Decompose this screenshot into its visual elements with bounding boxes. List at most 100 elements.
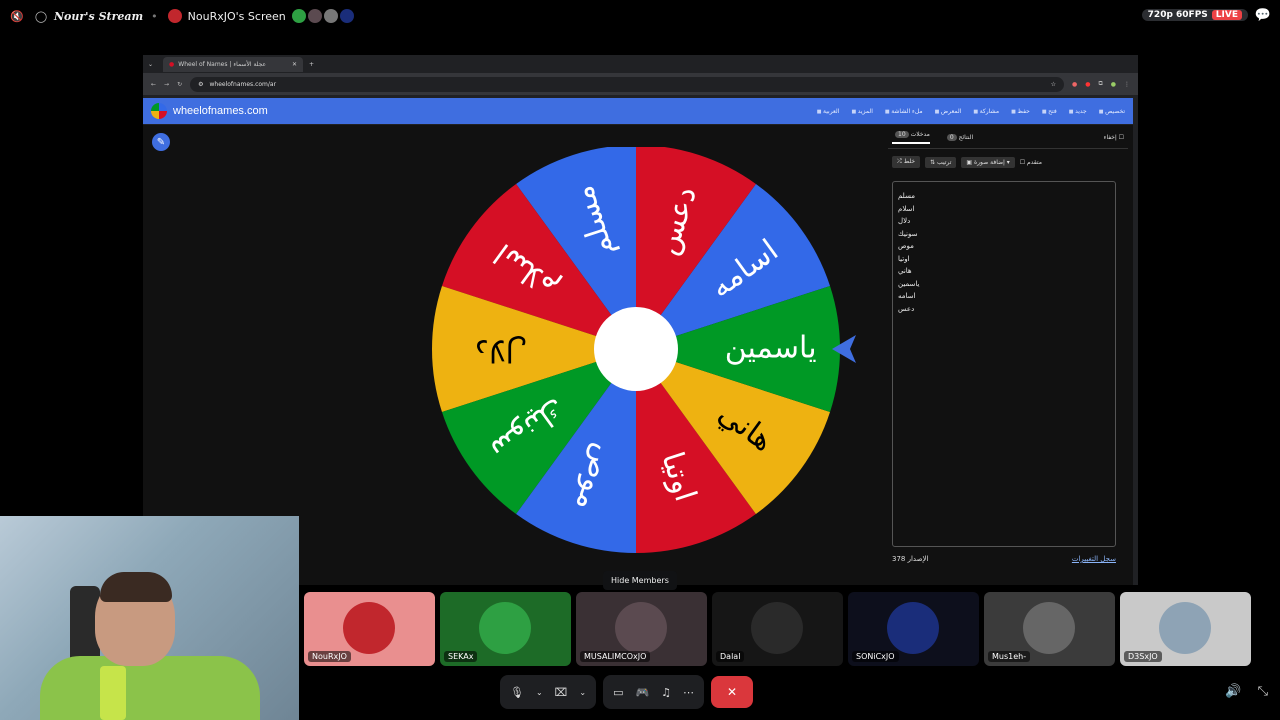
speaker-muted-icon[interactable]: 🔇 [10,9,24,23]
member-tile[interactable]: D3SxJO [1120,592,1251,666]
profile-icon[interactable]: ● [1111,81,1116,88]
member-avatar [1023,602,1075,654]
av-controls: 🎙 ⌄ ⌧ ⌄ [500,675,597,709]
member-tile[interactable]: Mus1eh- [984,592,1115,666]
advanced-label: متقدم [1027,158,1042,166]
menu-item-customize[interactable]: تخصيص [1099,108,1125,115]
camera-off-icon[interactable]: ⌧ [555,686,568,699]
add-image-button[interactable]: ▣ إضافة صورة ▾ [961,156,1015,168]
person-hair [100,572,172,602]
menu-item-share[interactable]: مشاركة [973,108,999,115]
shared-browser-window: ⌄ ● Wheel of Names | عجلة الأسماء ✕ + ← … [143,55,1138,585]
stream-circle-icon: ◯ [34,9,48,23]
reload-icon[interactable]: ↻ [177,81,182,88]
separator: • [151,9,158,23]
webcam-feed [0,516,299,720]
hide-members-tooltip: Hide Members [603,571,677,590]
member-avatar [343,602,395,654]
tab-close-icon[interactable]: ✕ [292,61,297,68]
entry-line: ياسمين [898,279,920,288]
microphone-icon[interactable]: 🎙 [510,686,524,699]
entries-textarea[interactable]: مسلم اسلام دلال سونيك موص اوتيا هاني ياسمين اسام… [892,181,1116,547]
tab-menu-icon[interactable]: ⌄ [148,61,153,68]
stream-topbar: 🔇 ◯ Nour's Stream • NouRxJO's Screen 720… [0,0,1280,32]
shuffle-label: خلط [903,158,916,165]
leave-call-button[interactable]: ✕ [711,676,754,708]
member-tile[interactable]: Dalal [712,592,843,666]
member-tile[interactable]: NouRxJO [304,592,435,666]
collapse-icon[interactable]: ⤡ [1258,684,1268,699]
entry-line: موص [898,242,914,250]
name-wheel[interactable]: اسامهدعسمسلماسلامدلالسونيكموص اوتياهانييا… [428,147,858,567]
sort-button[interactable]: ⇅ ترتيب [925,156,957,168]
tab-results-label: النتائج [958,134,974,141]
menu-item-save[interactable]: حفظ [1011,108,1029,115]
menu-item-gallery[interactable]: المعرض [935,108,961,115]
new-tab-icon[interactable]: + [309,61,314,68]
live-badge: LIVE [1211,10,1242,20]
hide-checkbox[interactable]: ☐ [1119,134,1124,141]
screen-share-icon[interactable]: ▭ [613,686,623,699]
extensions-puzzle-icon[interactable]: ⧉ [1098,80,1102,88]
bookmark-star-icon[interactable]: ☆ [1051,81,1056,88]
stream-name: Nour's Stream [54,9,144,23]
viewer-avatar [339,9,354,23]
add-image-label: إضافة صورة [973,158,1005,166]
entry-line: هاني [898,267,912,275]
member-tile[interactable]: MUSALIMCOxJO [576,592,707,666]
chat-bubble-icon[interactable]: 💬 [1255,8,1271,23]
image-icon: ▣ [966,158,974,166]
shuffle-button[interactable]: ⤮ خلط [892,156,921,168]
person-shirt [40,656,260,720]
browser-menu-icon[interactable]: ⋮ [1124,81,1130,88]
member-name: D3SxJO [1124,651,1162,662]
soundboard-icon[interactable]: ♫ [661,686,671,699]
entry-line: اسلام [898,204,915,213]
edit-pencil-icon[interactable]: ✎ [152,133,170,151]
quality-label: 720p 60FPS [1147,10,1208,20]
member-name: Mus1eh- [988,651,1031,662]
member-avatar [887,602,939,654]
camera-options-icon[interactable]: ⌄ [579,688,586,697]
volume-icon[interactable]: 🔊 [1225,684,1241,699]
browser-toolbar: ← → ↻ ⚙ wheelofnames.com/ar ☆ ● ● ⧉ ● ⋮ [143,73,1138,95]
member-tile[interactable]: SONiCxJO [848,592,979,666]
browser-tab[interactable]: ● Wheel of Names | عجلة الأسماء ✕ [163,56,304,72]
forward-icon[interactable]: → [164,81,169,88]
entry-line: مسلم [898,192,915,200]
mic-options-icon[interactable]: ⌄ [536,688,543,697]
member-name: MUSALIMCOxJO [580,651,651,662]
leave-call-icon: ✕ [727,685,738,699]
tab-entries[interactable]: 10 مدخلات [892,131,930,144]
menu-item-language[interactable]: العربية [817,108,839,115]
screen-title: NouRxJO's Screen [187,9,286,23]
tab-results[interactable]: 0 النتائج [944,134,973,141]
viewer-avatar [307,9,322,23]
back-icon[interactable]: ← [151,81,156,88]
wheel-center-button[interactable] [594,307,678,391]
hide-toggle[interactable]: إخفاء ☐ [1104,134,1124,141]
menu-item-new[interactable]: جديد [1069,108,1087,115]
more-icon[interactable]: ⋯ [683,686,694,699]
member-name: NouRxJO [308,651,351,662]
site-logo-icon[interactable] [151,103,167,119]
corner-controls: 🔊 ⤡ [1225,684,1268,699]
member-avatar [1159,602,1211,654]
entries-sidebar: 10 مدخلات 0 النتائج إخفاء ☐ ⤮ خلط ⇅ ترتي… [888,127,1128,577]
drink-cup [100,666,126,720]
entry-line: اوتيا [898,254,910,263]
site-info-icon[interactable]: ⚙ [198,81,203,88]
menu-item-more[interactable]: المزيد [851,108,873,115]
entry-line: سونيك [898,229,918,238]
member-tile[interactable]: SEKAx [440,592,571,666]
viewer-avatar [323,9,338,23]
site-name[interactable]: wheelofnames.com [173,105,268,117]
menu-item-open[interactable]: فتح [1042,108,1057,115]
changelog-link[interactable]: سجل التغييرات [1072,555,1116,563]
address-bar[interactable]: ⚙ wheelofnames.com/ar ☆ [190,76,1064,92]
menu-item-fullscreen[interactable]: ملء الشاشة [885,108,922,115]
advanced-checkbox[interactable]: ☐ متقدم [1020,159,1042,166]
extension-icon[interactable]: ● [1072,81,1077,88]
extension-icon[interactable]: ● [1085,81,1090,88]
gamepad-icon[interactable]: 🎮 [635,686,649,699]
